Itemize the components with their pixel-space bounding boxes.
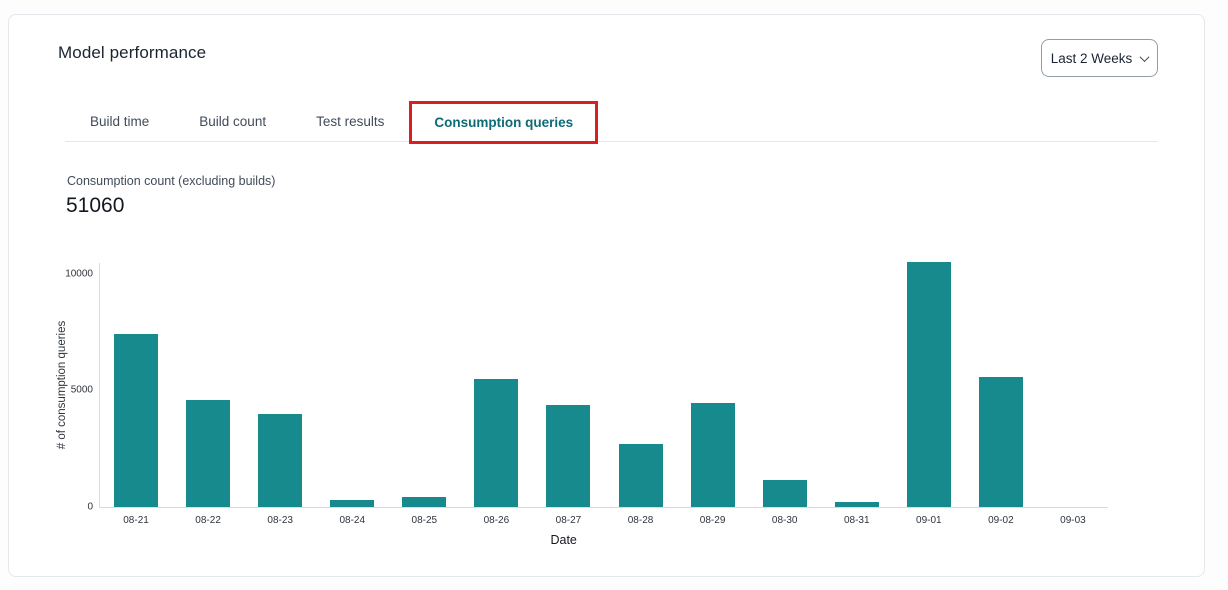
tab-consumption-queries[interactable]: Consumption queries xyxy=(409,101,598,144)
x-tick-08-27: 08-27 xyxy=(556,515,582,526)
y-tick-0: 0 xyxy=(87,502,93,513)
x-tick-09-01: 09-01 xyxy=(916,515,942,526)
bar-08-25[interactable] xyxy=(402,497,446,507)
tab-build-time[interactable]: Build time xyxy=(65,102,174,141)
x-tick-08-31: 08-31 xyxy=(844,515,870,526)
y-axis-title: # of consumption queries xyxy=(56,321,68,450)
x-tick-08-23: 08-23 xyxy=(267,515,293,526)
bar-08-26[interactable] xyxy=(474,379,518,507)
tab-build-count[interactable]: Build count xyxy=(174,102,291,141)
bar-08-24[interactable] xyxy=(330,500,374,507)
consumption-bar-chart: # of consumption queries Date 0500010000… xyxy=(99,263,1108,508)
bar-08-31[interactable] xyxy=(835,502,879,507)
bar-08-27[interactable] xyxy=(546,405,590,507)
page-title: Model performance xyxy=(58,43,206,63)
bar-08-28[interactable] xyxy=(619,444,663,507)
y-tick-5000: 5000 xyxy=(71,385,93,396)
x-tick-08-30: 08-30 xyxy=(772,515,798,526)
model-performance-card: Model performance Last 2 Weeks Build tim… xyxy=(8,14,1205,577)
x-tick-08-22: 08-22 xyxy=(195,515,221,526)
tab-test-results[interactable]: Test results xyxy=(291,102,409,141)
date-range-value: Last 2 Weeks xyxy=(1051,51,1133,66)
bar-08-21[interactable] xyxy=(114,334,158,507)
metric-value: 51060 xyxy=(66,194,124,218)
bar-08-30[interactable] xyxy=(763,480,807,507)
x-axis-title: Date xyxy=(550,533,576,547)
bar-09-01[interactable] xyxy=(907,262,951,507)
x-tick-09-03: 09-03 xyxy=(1060,515,1086,526)
date-range-dropdown[interactable]: Last 2 Weeks xyxy=(1041,39,1158,77)
chevron-down-icon xyxy=(1140,52,1150,62)
y-tick-10000: 10000 xyxy=(65,268,93,279)
x-tick-08-26: 08-26 xyxy=(484,515,510,526)
tab-bar: Build time Build count Test results Cons… xyxy=(65,102,1158,142)
x-tick-08-29: 08-29 xyxy=(700,515,726,526)
x-tick-08-21: 08-21 xyxy=(123,515,149,526)
x-tick-08-24: 08-24 xyxy=(339,515,365,526)
x-tick-09-02: 09-02 xyxy=(988,515,1014,526)
x-tick-08-25: 08-25 xyxy=(412,515,438,526)
bar-08-22[interactable] xyxy=(186,400,230,507)
bar-08-29[interactable] xyxy=(691,403,735,507)
bar-09-02[interactable] xyxy=(979,377,1023,507)
bar-08-23[interactable] xyxy=(258,414,302,507)
metric-label: Consumption count (excluding builds) xyxy=(67,174,275,188)
x-tick-08-28: 08-28 xyxy=(628,515,654,526)
